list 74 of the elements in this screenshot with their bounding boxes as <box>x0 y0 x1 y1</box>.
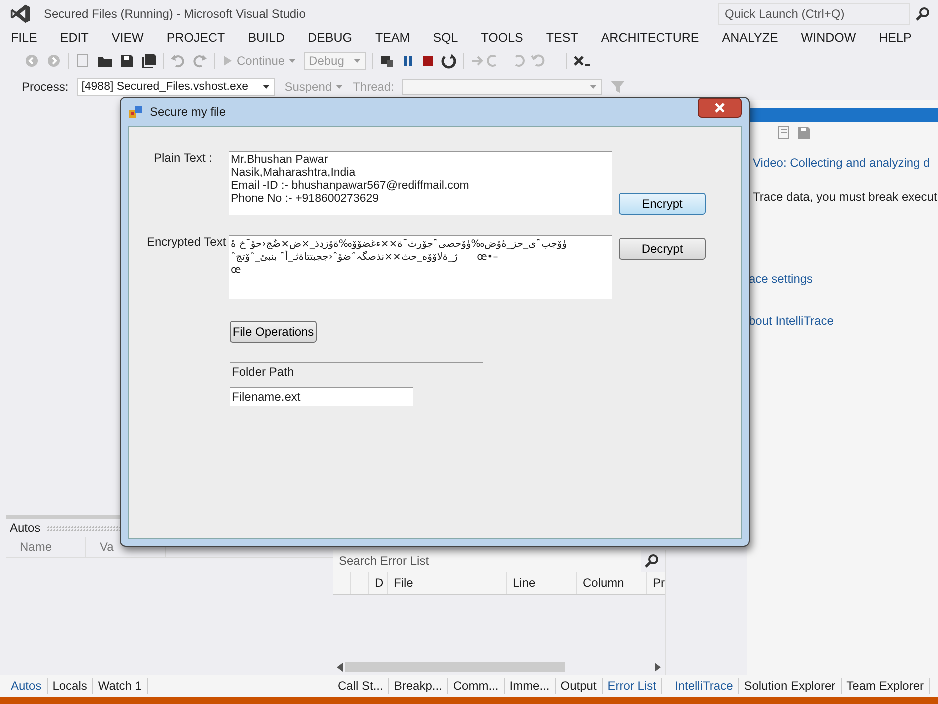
menu-item[interactable]: PROJECT <box>166 31 226 45</box>
panel-tab[interactable]: Solution Explorer <box>739 678 842 694</box>
menu-item[interactable]: TEST <box>546 31 578 45</box>
dialog-title: Secure my file <box>150 105 226 119</box>
caret-icon <box>289 59 296 63</box>
stop-icon[interactable] <box>421 54 436 68</box>
panel-tab[interactable]: Locals <box>48 678 94 694</box>
search-icon <box>916 7 930 21</box>
scroll-right-icon[interactable] <box>655 662 661 672</box>
panel-tab[interactable]: Team Explorer <box>842 678 930 694</box>
app-icon <box>128 104 144 120</box>
panel-tab[interactable]: Call St... <box>333 678 390 694</box>
process-icon[interactable] <box>379 53 396 69</box>
encrypted-text-field[interactable]: ۈۆجب˜ى_حز_ۀۆض‰ۈۆحصى˜جۆرث¯ة××ءغضۆۆ‰ةۆزڍذ_×ض×ضٌج‹حۆ¯خ ۀ ˆژ_ةلاۆۆه_حث××نذصگہˆضۆˆ‹ججبتتاةثـ_أ˜ بنبئ_ˆۆتج œ•– œ <box>229 235 612 299</box>
quick-launch-field[interactable]: Quick Launch (Ctrl+Q) <box>718 3 910 25</box>
file-operations-button[interactable]: File Operations <box>230 321 317 343</box>
folder-path-field: Folder Path <box>230 362 483 381</box>
thread-label: Thread: <box>353 80 394 94</box>
panel-title: Autos <box>10 521 41 535</box>
panel-tab[interactable]: Comm... <box>448 678 505 694</box>
menu-item[interactable]: BUILD <box>248 31 286 45</box>
menu-item[interactable]: DEBUG <box>308 31 352 45</box>
search-icon <box>645 554 659 568</box>
caret-icon <box>590 85 598 89</box>
panel-tab[interactable]: Error List <box>602 678 662 694</box>
scroll-left-icon[interactable] <box>337 662 343 672</box>
encrypted-text-label: Encrypted Text <box>146 235 228 249</box>
play-icon <box>223 55 233 67</box>
process-label: Process: <box>22 80 69 94</box>
menu-item[interactable]: SQL <box>433 31 458 45</box>
caret-icon <box>336 85 344 89</box>
intellitrace-link[interactable]: ace settings <box>749 272 814 286</box>
menu-item[interactable]: TOOLS <box>481 31 524 45</box>
column-header[interactable]: Name <box>6 537 86 557</box>
intellitrace-link[interactable]: Video: Collecting and analyzing d <box>753 156 930 170</box>
intellitrace-text: Trace data, you must break execut <box>753 190 938 204</box>
panel-tab[interactable]: Output <box>556 678 603 694</box>
panel-tab[interactable]: Autos <box>6 678 48 694</box>
panel-tab[interactable]: Breakp... <box>389 678 448 694</box>
column-header[interactable]: D <box>369 572 388 594</box>
column-header[interactable]: Line <box>507 572 577 594</box>
search-error-list-field[interactable]: Search Error List <box>333 550 641 572</box>
restart-icon[interactable] <box>441 53 458 69</box>
menu-item[interactable]: ANALYZE <box>722 31 778 45</box>
intellitrace-link[interactable]: bout IntelliTrace <box>749 314 834 328</box>
plain-text-label: Plain Text : <box>153 151 214 165</box>
column-header[interactable]: Column <box>577 572 647 594</box>
menu-item[interactable]: WINDOW <box>801 31 856 45</box>
caret-icon <box>354 59 362 63</box>
menu-item[interactable]: TEAM <box>375 31 410 45</box>
document-icon[interactable] <box>777 126 791 140</box>
panel-tab[interactable]: Watch 1 <box>93 678 148 694</box>
panel-tab[interactable]: Imme... <box>504 678 556 694</box>
menu-item[interactable]: HELP <box>879 31 912 45</box>
thread-icon[interactable] <box>573 53 592 69</box>
close-icon <box>715 103 725 113</box>
visual-studio-logo-icon <box>10 3 32 25</box>
column-header[interactable]: Pr <box>647 572 665 594</box>
close-button[interactable] <box>698 98 742 118</box>
decrypt-button[interactable]: Decrypt <box>619 238 706 260</box>
caret-icon <box>262 85 270 89</box>
panel-tab[interactable]: IntelliTrace <box>670 678 740 694</box>
plain-text-field[interactable]: Mr.Bhushan Pawar Nasik,Maharashtra,India Email -ID :- bhushanpawar567@rediffmail.com Phone No :- +918600273629 <box>229 151 612 215</box>
menu-item[interactable]: VIEW <box>112 31 144 45</box>
save-icon[interactable] <box>119 53 135 69</box>
column-header[interactable]: File <box>388 572 507 594</box>
menu-item[interactable]: ARCHITECTURE <box>601 31 700 45</box>
save-all-icon[interactable] <box>141 53 157 69</box>
process-dropdown[interactable]: [4988] Secured_Files.vshost.exe <box>76 78 275 96</box>
menu-item[interactable]: FILE <box>11 31 38 45</box>
menu-item[interactable]: EDIT <box>60 31 89 45</box>
filename-field[interactable]: Filename.ext <box>230 387 413 406</box>
encrypt-button[interactable]: Encrypt <box>619 193 706 215</box>
window-title: Secured Files (Running) - Microsoft Visual Studio <box>44 7 306 21</box>
